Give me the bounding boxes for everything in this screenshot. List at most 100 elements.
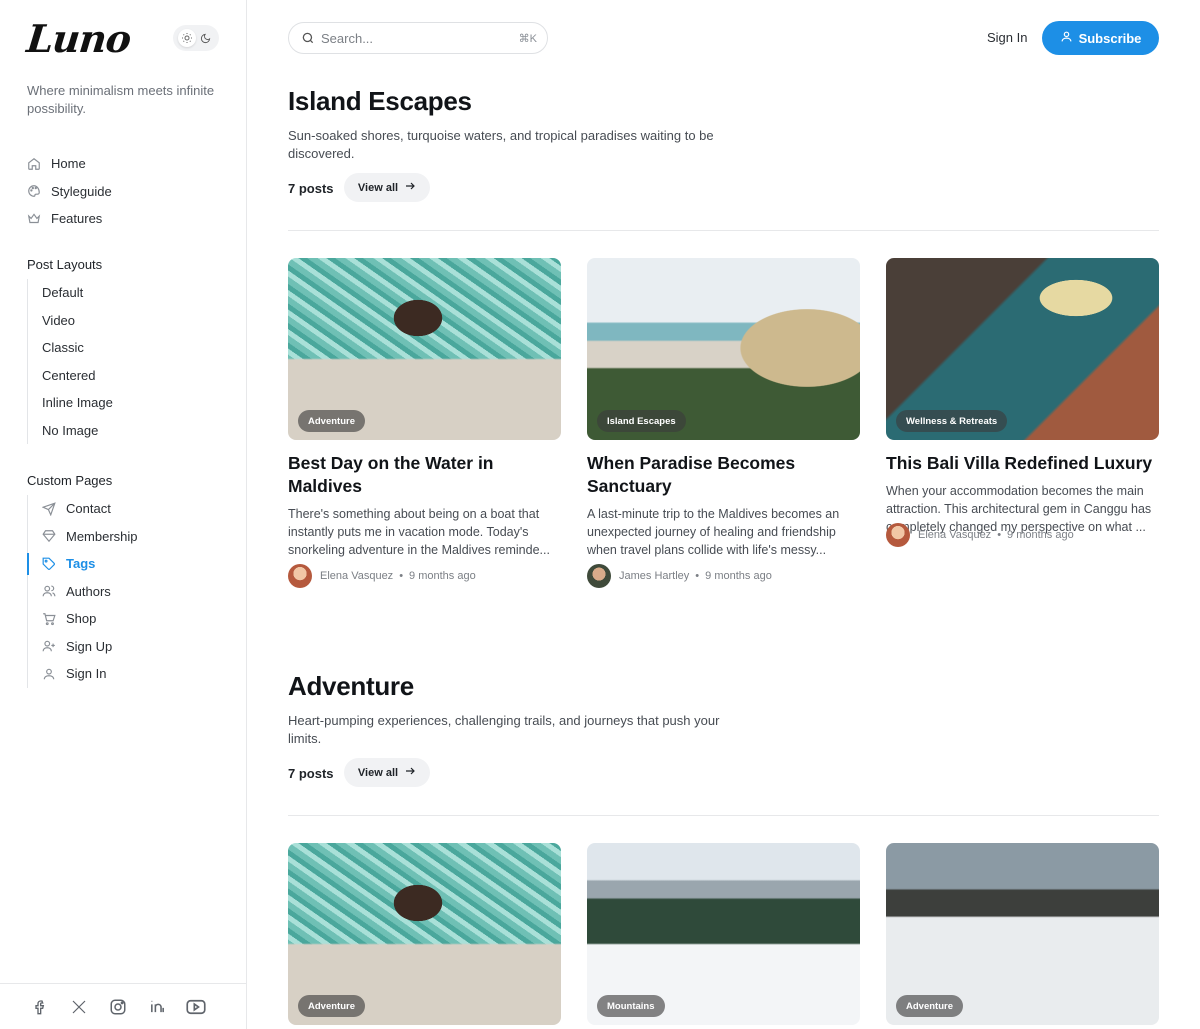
- users-icon: [42, 584, 56, 598]
- subscribe-button[interactable]: Subscribe: [1042, 21, 1159, 55]
- page-label: Tags: [66, 556, 96, 572]
- sun-icon[interactable]: [177, 29, 196, 47]
- top-bar: ⌘K Sign In Subscribe: [288, 21, 1159, 55]
- page-item-sign-in[interactable]: Sign In: [28, 660, 227, 688]
- page-item-authors[interactable]: Authors: [28, 578, 227, 606]
- tag-badge[interactable]: Mountains: [597, 995, 665, 1017]
- layout-item-video[interactable]: Video: [28, 307, 227, 335]
- meta-separator: •: [399, 570, 404, 582]
- post-meta: Elena Vasquez • 9 months ago: [288, 564, 561, 588]
- post-card[interactable]: Wellness & Retreats This Bali Villa Rede…: [886, 258, 1159, 547]
- post-time: 9 months ago: [1007, 529, 1074, 541]
- facebook-icon[interactable]: [30, 997, 50, 1017]
- post-card[interactable]: Island Escapes When Paradise Becomes San…: [587, 258, 860, 588]
- avatar[interactable]: [587, 564, 611, 588]
- post-time: 9 months ago: [409, 570, 476, 582]
- author-name[interactable]: Elena Vasquez: [918, 529, 991, 541]
- author-name[interactable]: James Hartley: [619, 570, 689, 582]
- send-icon: [42, 501, 56, 516]
- post-excerpt: When your accommodation becomes the main…: [886, 484, 1152, 534]
- theme-toggle[interactable]: [173, 25, 219, 51]
- tag-badge[interactable]: Adventure: [298, 410, 365, 432]
- section-title: Island Escapes: [288, 86, 472, 116]
- sidebar: Luno Where minimalism meets infinite pos…: [0, 0, 247, 1029]
- section-divider: [288, 230, 1159, 231]
- posts-count: 7 posts: [288, 766, 334, 781]
- post-card[interactable]: Adventure: [886, 843, 1159, 1025]
- tag-badge[interactable]: Adventure: [896, 995, 963, 1017]
- post-time: 9 months ago: [705, 570, 772, 582]
- page-label: Shop: [66, 611, 97, 627]
- tag-badge[interactable]: Wellness & Retreats: [896, 410, 1008, 432]
- view-all-button[interactable]: View all: [344, 758, 430, 787]
- page-label: Contact: [66, 501, 111, 517]
- tag-badge[interactable]: Island Escapes: [597, 410, 686, 432]
- instagram-icon[interactable]: [108, 997, 128, 1017]
- post-excerpt: There's something about being on a boat …: [288, 507, 550, 557]
- user-plus-icon: [42, 639, 56, 653]
- youtube-icon[interactable]: [186, 997, 206, 1017]
- nav-label: Home: [51, 156, 86, 172]
- tag-icon: [42, 557, 56, 571]
- avatar[interactable]: [288, 564, 312, 588]
- layout-item-inline-image[interactable]: Inline Image: [28, 389, 227, 417]
- social-links: [0, 983, 247, 1029]
- post-image[interactable]: Wellness & Retreats: [886, 258, 1159, 440]
- post-image[interactable]: Adventure: [886, 843, 1159, 1025]
- posts-count: 7 posts: [288, 181, 334, 196]
- tag-badge[interactable]: Adventure: [298, 995, 365, 1017]
- linkedin-icon[interactable]: [147, 997, 167, 1017]
- nav-item-home[interactable]: Home: [27, 150, 227, 178]
- post-image[interactable]: Island Escapes: [587, 258, 860, 440]
- view-all-label: View all: [357, 181, 399, 194]
- moon-icon[interactable]: [197, 29, 215, 47]
- post-image[interactable]: Adventure: [288, 258, 561, 440]
- home-icon: [27, 157, 41, 171]
- post-title[interactable]: Best Day on the Water in Maldives: [288, 452, 561, 498]
- sign-in-link[interactable]: Sign In: [987, 30, 1027, 45]
- layout-item-centered[interactable]: Centered: [28, 362, 227, 390]
- post-card[interactable]: Mountains: [587, 843, 860, 1025]
- nav-label: Styleguide: [51, 183, 112, 199]
- nav-item-features[interactable]: Features: [27, 205, 227, 233]
- subscribe-label: Subscribe: [1078, 30, 1142, 46]
- post-title[interactable]: This Bali Villa Redefined Luxury: [886, 452, 1159, 475]
- custom-pages-heading: Custom Pages: [27, 473, 113, 488]
- layout-item-default[interactable]: Default: [28, 279, 227, 307]
- avatar[interactable]: [886, 523, 910, 547]
- meta-separator: •: [997, 529, 1002, 541]
- search-box[interactable]: ⌘K: [288, 22, 548, 54]
- post-title[interactable]: When Paradise Becomes Sanctuary: [587, 452, 860, 498]
- view-all-button[interactable]: View all: [344, 173, 430, 202]
- post-excerpt: A last-minute trip to the Maldives becom…: [587, 507, 840, 557]
- cart-icon: [42, 612, 56, 626]
- page-label: Sign Up: [66, 638, 113, 654]
- author-name[interactable]: Elena Vasquez: [320, 570, 393, 582]
- page-label: Sign In: [66, 666, 107, 682]
- x-icon[interactable]: [69, 997, 89, 1017]
- palette-icon: [27, 184, 41, 198]
- view-all-label: View all: [357, 766, 399, 779]
- layout-item-no-image[interactable]: No Image: [28, 417, 227, 445]
- arrow-right-icon: [404, 180, 416, 195]
- page-item-tags[interactable]: Tags: [27, 550, 227, 578]
- search-input[interactable]: [321, 30, 519, 46]
- post-card[interactable]: Adventure Best Day on the Water in Maldi…: [288, 258, 561, 588]
- main-nav: Home Styleguide Features: [27, 150, 227, 233]
- page-item-contact[interactable]: Contact: [28, 495, 227, 523]
- user-icon: [42, 667, 56, 681]
- post-image[interactable]: Adventure: [288, 843, 561, 1025]
- post-image[interactable]: Mountains: [587, 843, 860, 1025]
- page-item-membership[interactable]: Membership: [28, 523, 227, 551]
- post-card[interactable]: Adventure: [288, 843, 561, 1025]
- page-item-shop[interactable]: Shop: [28, 605, 227, 633]
- post-meta: James Hartley • 9 months ago: [587, 564, 860, 588]
- nav-item-styleguide[interactable]: Styleguide: [27, 178, 227, 206]
- search-icon: [301, 31, 315, 45]
- section-description: Sun-soaked shores, turquoise waters, and…: [288, 128, 714, 161]
- post-layouts-list: Default Video Classic Centered Inline Im…: [27, 279, 227, 444]
- site-logo[interactable]: Luno: [25, 16, 133, 61]
- page-item-sign-up[interactable]: Sign Up: [28, 633, 227, 661]
- layout-item-classic[interactable]: Classic: [28, 334, 227, 362]
- nav-label: Features: [51, 211, 103, 227]
